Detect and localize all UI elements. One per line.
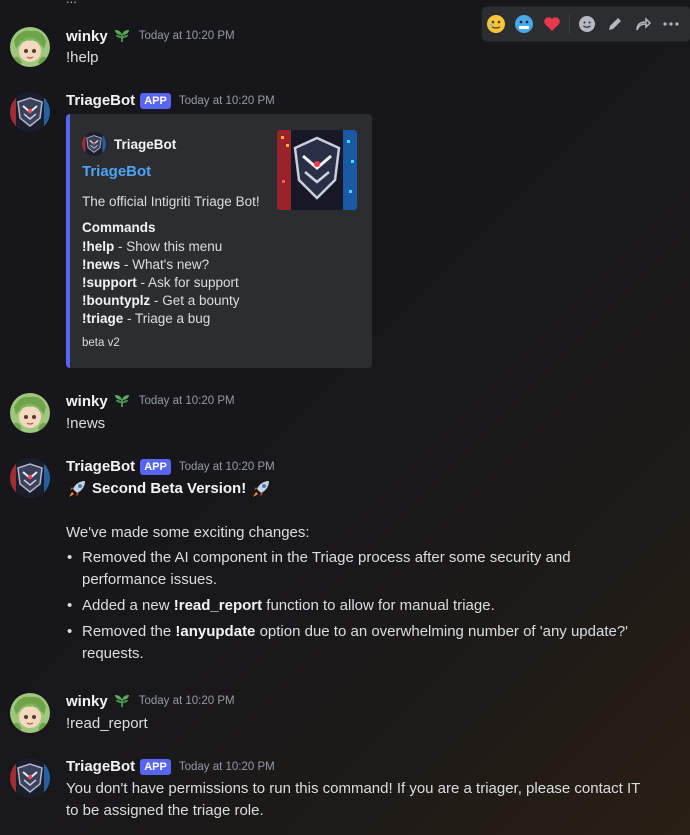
bullet-text-continued: performance issues. [82, 571, 218, 588]
rocket-icon [250, 478, 272, 500]
leaf-badge-icon[interactable] [113, 27, 131, 45]
command-description: - Get a bounty [150, 293, 240, 308]
embed-author-name: TriageBot [114, 136, 177, 152]
red-heart-reaction-icon[interactable] [538, 10, 566, 38]
avatar[interactable] [10, 27, 50, 67]
face-holding-back-tears-reaction-icon[interactable] [482, 10, 510, 38]
timestamp[interactable]: Today at 10:20 PM [139, 395, 235, 407]
timestamp[interactable]: Today at 10:20 PM [179, 95, 275, 107]
command-name: !news [82, 257, 121, 272]
username[interactable]: TriageBot [66, 758, 135, 775]
timestamp[interactable]: Today at 10:20 PM [179, 461, 275, 473]
news-heading-text: Second Beta Version! [92, 480, 247, 497]
embed-command-list: !help - Show this menu !news - What's ne… [82, 238, 240, 328]
command-name: !help [82, 239, 115, 254]
news-intro: We've made some exciting changes: [66, 524, 310, 541]
news-bullet-list: Removed the AI component in the Triage p… [66, 547, 666, 665]
command-name: !support [82, 275, 137, 290]
rocket-icon [66, 478, 88, 500]
embed-description: The official Intigriti Triage Bot! [82, 194, 260, 209]
list-item: Added a new !read_report function to all… [66, 595, 666, 617]
command-line: !help - Show this menu [82, 238, 240, 256]
command-name: !triage [82, 311, 124, 326]
cold-face-reaction-icon[interactable] [510, 10, 538, 38]
avatar[interactable] [10, 92, 50, 132]
bullet-bold-text: !anyupdate [175, 623, 256, 640]
embed-thumbnail-image[interactable] [277, 130, 357, 210]
username[interactable]: winky [66, 393, 108, 410]
command-description: - Ask for support [136, 275, 239, 290]
message-content: !news [66, 415, 106, 432]
message-hover-toolbar [481, 6, 690, 42]
username[interactable]: winky [66, 693, 108, 710]
bullet-text: Added a new [82, 597, 174, 614]
message-line: You don't have permissions to run this c… [66, 780, 641, 797]
bullet-text-continued: requests. [82, 645, 144, 662]
previous-message-fragment: ... [66, 0, 77, 6]
list-item: Removed the !anyupdate option due to an … [66, 621, 666, 665]
command-line: !news - What's new? [82, 256, 240, 274]
leaf-badge-icon[interactable] [113, 392, 131, 410]
forward-icon[interactable] [629, 10, 657, 38]
timestamp[interactable]: Today at 10:20 PM [179, 761, 275, 773]
username[interactable]: winky [66, 28, 108, 45]
message-content: !help [66, 49, 99, 66]
command-line: !support - Ask for support [82, 274, 240, 292]
bullet-text: Removed the [82, 623, 176, 640]
bullet-text-post: option due to an overwhelming number of … [255, 623, 629, 640]
embed-title[interactable]: TriageBot [82, 163, 151, 180]
add-reaction-icon[interactable] [573, 10, 601, 38]
app-badge: APP [140, 758, 171, 775]
message-content: You don't have permissions to run this c… [66, 778, 676, 822]
command-line: !triage - Triage a bug [82, 310, 240, 328]
app-badge: APP [140, 458, 171, 475]
app-badge: APP [140, 92, 171, 109]
embed-author-avatar [82, 132, 106, 156]
embed-author: TriageBot [82, 132, 176, 156]
message-content: !read_report [66, 715, 148, 732]
command-line: !bountyplz - Get a bounty [82, 292, 240, 310]
toolbar-divider [569, 14, 570, 34]
bullet-bold-text: !read_report [173, 597, 263, 614]
command-description: - What's new? [120, 257, 210, 272]
command-description: - Triage a bug [123, 311, 211, 326]
embed: TriageBot TriageBot The official Intigri… [66, 114, 372, 368]
list-item: Removed the AI component in the Triage p… [66, 547, 666, 591]
embed-footer: beta v2 [82, 337, 120, 349]
command-name: !bountyplz [82, 293, 151, 308]
username[interactable]: TriageBot [66, 458, 135, 475]
command-description: - Show this menu [114, 239, 223, 254]
timestamp[interactable]: Today at 10:20 PM [139, 695, 235, 707]
news-heading: Second Beta Version! [66, 478, 272, 500]
bullet-text-post: function to allow for manual triage. [262, 597, 495, 614]
avatar[interactable] [10, 758, 50, 798]
more-options-icon[interactable] [657, 10, 685, 38]
leaf-badge-icon[interactable] [113, 692, 131, 710]
timestamp[interactable]: Today at 10:20 PM [139, 30, 235, 42]
embed-field-name: Commands [82, 220, 156, 235]
avatar[interactable] [10, 458, 50, 498]
avatar[interactable] [10, 393, 50, 433]
username[interactable]: TriageBot [66, 92, 135, 109]
avatar[interactable] [10, 693, 50, 733]
message-line-continued: to be assigned the triage role. [66, 802, 264, 819]
bullet-text: Removed the AI component in the Triage p… [82, 549, 571, 566]
edit-pencil-icon[interactable] [601, 10, 629, 38]
